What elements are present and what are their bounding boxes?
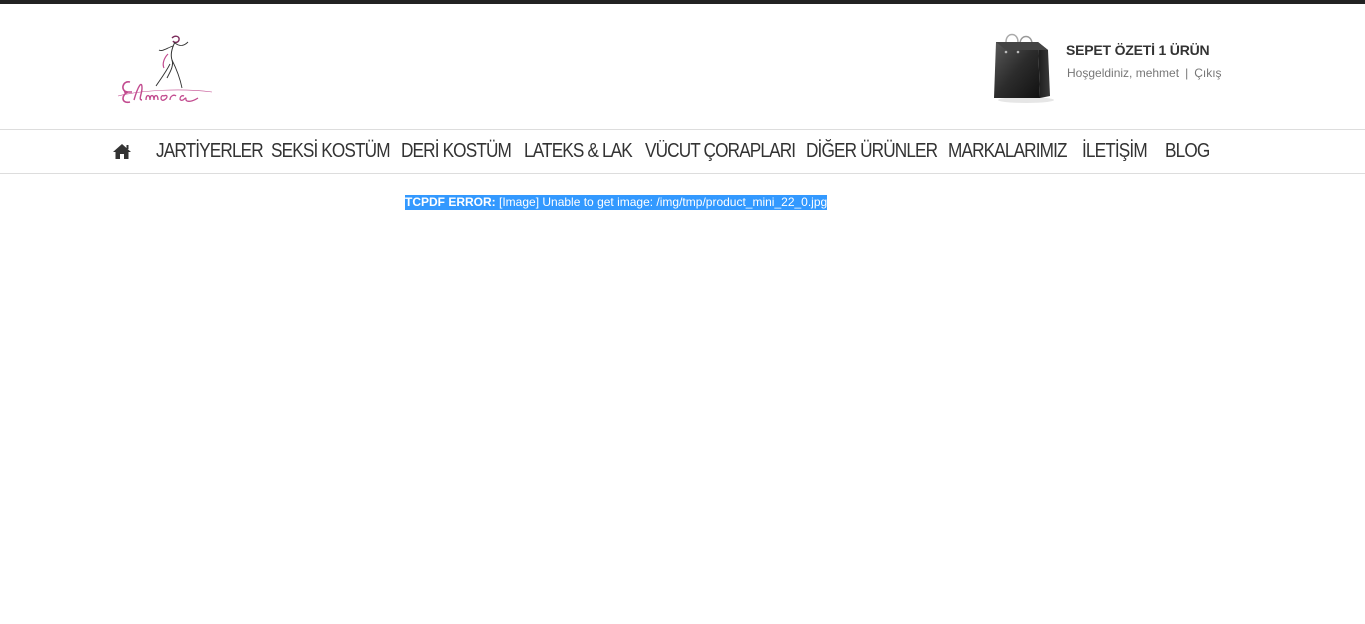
main-nav: JARTİYERLER SEKSİ KOSTÜM DERİ KOSTÜM LAT…: [0, 129, 1365, 174]
nav-item-iletisim[interactable]: İLETİŞİM: [1082, 140, 1153, 163]
nav-item-jartiyerler[interactable]: JARTİYERLER: [156, 140, 264, 163]
tcpdf-error-message: TCPDF ERROR: [Image] Unable to get image…: [405, 195, 828, 210]
nav-item-diger-urunler[interactable]: DİĞER ÜRÜNLER: [806, 140, 938, 163]
user-links: Hoşgeldiniz, mehmet | Çıkış: [1067, 66, 1222, 80]
nav-item-markalarimiz[interactable]: MARKALARIMIZ: [948, 140, 1068, 163]
home-icon[interactable]: [112, 143, 132, 160]
logout-link[interactable]: Çıkış: [1194, 66, 1221, 80]
cart-summary[interactable]: SEPET ÖZETİ 1 ÜRÜN: [1066, 42, 1210, 58]
welcome-link[interactable]: Hoşgeldiniz, mehmet: [1067, 66, 1179, 80]
site-header: SEPET ÖZETİ 1 ÜRÜN Hoşgeldiniz, mehmet | Ç…: [0, 4, 1365, 129]
error-label: TCPDF ERROR:: [405, 195, 496, 209]
error-text: [Image] Unable to get image: /img/tmp/pr…: [495, 195, 828, 209]
nav-list: JARTİYERLER SEKSİ KOSTÜM DERİ KOSTÜM LAT…: [112, 130, 1210, 173]
nav-item-blog[interactable]: BLOG: [1165, 140, 1210, 163]
link-separator: |: [1185, 66, 1189, 80]
site-logo[interactable]: [112, 30, 222, 108]
shopping-bag-icon[interactable]: [990, 32, 1056, 104]
nav-item-seksi-kostum[interactable]: SEKSİ KOSTÜM: [271, 140, 391, 163]
nav-item-vucut-coraplari[interactable]: VÜCUT ÇORAPLARI: [645, 140, 796, 163]
nav-item-deri-kostum[interactable]: DERİ KOSTÜM: [401, 140, 512, 163]
nav-item-lateks-lak[interactable]: LATEKS & LAK: [524, 140, 633, 163]
